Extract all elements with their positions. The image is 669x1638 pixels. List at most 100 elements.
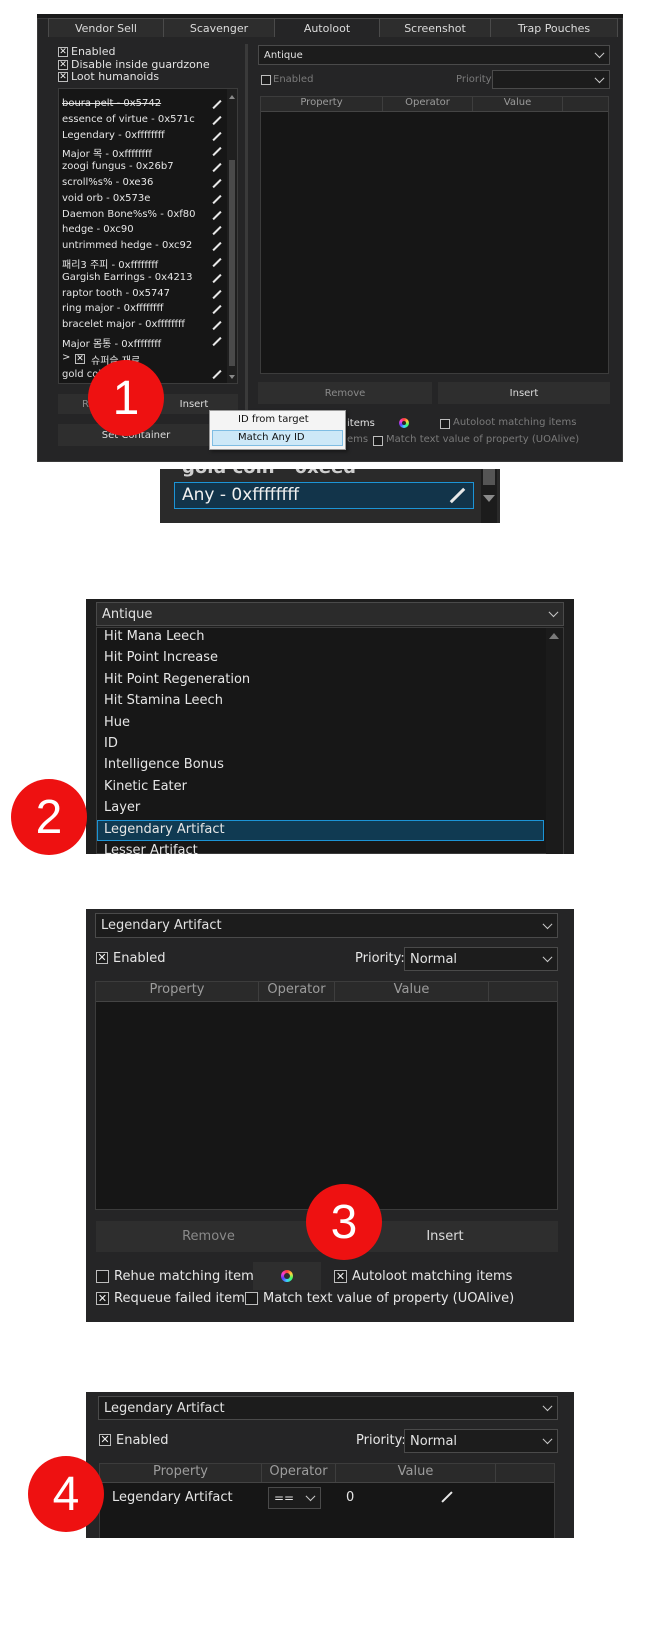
rule-property-table[interactable] [95, 981, 558, 1210]
tab-scavenger[interactable]: Scavenger [163, 18, 275, 37]
tab-screenshot[interactable]: Screenshot [379, 18, 491, 37]
requeue-checkbox[interactable]: ✕ [96, 1292, 109, 1305]
autoloot-matching-label: Autoloot matching items [352, 1269, 513, 1284]
column-operator: Operator [259, 982, 335, 1001]
rule-enabled-checkbox[interactable]: ✕ [96, 952, 108, 964]
rule-enabled-checkbox[interactable]: ✕ [261, 75, 271, 85]
rule-enabled-label: Enabled [273, 74, 314, 85]
chevron-down-icon [548, 607, 559, 618]
match-text-checkbox[interactable]: ✕ [245, 1292, 258, 1305]
rule-enabled-checkbox[interactable]: ✕ [99, 1434, 111, 1446]
table-header: Property Operator Value [96, 982, 557, 1002]
remove-rule-button[interactable]: Remove [96, 1221, 321, 1252]
remove-rule-label: Remove [182, 1229, 235, 1244]
tab-trap-pouches[interactable]: Trap Pouches [490, 18, 618, 37]
color-wheel-icon [281, 1270, 293, 1282]
insert-item-label: Insert [179, 398, 209, 410]
step-number: 2 [35, 790, 63, 844]
dropdown-option[interactable]: Hit Stamina Leech [104, 693, 223, 708]
operator-value: == [274, 1491, 295, 1505]
rule-property-table[interactable] [260, 96, 609, 374]
column-value: Value [335, 982, 489, 1001]
humanoids-checkbox[interactable]: ✕ [58, 72, 68, 82]
enabled-checkbox[interactable]: ✕ [58, 47, 68, 57]
list-item[interactable]: Legendary - 0xffffffff [62, 130, 165, 141]
priority-combo[interactable] [492, 70, 610, 89]
table-header: Property Operator Value [100, 1464, 554, 1483]
dropdown-scrollbar[interactable] [546, 628, 563, 854]
list-item[interactable]: zoogi fungus - 0x26b7 [62, 161, 174, 172]
list-item[interactable]: essence of virtue - 0x571c [62, 114, 195, 125]
group-expand-icon[interactable]: > [62, 352, 70, 363]
list-item[interactable]: untrimmed hedge - 0xc92 [62, 240, 192, 251]
chevron-down-icon [542, 952, 553, 963]
list-item[interactable]: void orb - 0x573e [62, 193, 150, 204]
dropdown-option[interactable]: Lesser Artifact [104, 843, 198, 858]
list-item[interactable]: ring major - 0xffffffff [62, 303, 163, 314]
list-item[interactable]: Gargish Earrings - 0x4213 [62, 272, 193, 283]
list-item[interactable]: 패리3 주피 - 0xffffffff [62, 256, 158, 271]
match-text-label: Match text value of property (UOAlive) [263, 1291, 515, 1306]
group-checkbox[interactable]: ✕ [75, 354, 85, 364]
priority-combo[interactable]: Normal [404, 947, 558, 971]
rule-property-value: Legendary Artifact [101, 918, 222, 933]
insert-rule-label: Insert [509, 387, 539, 399]
operator-combo[interactable]: == [268, 1487, 321, 1509]
list-item[interactable]: boura pelt - 0x5742 [62, 98, 161, 109]
scroll-up-icon[interactable] [229, 95, 235, 99]
list-item[interactable]: raptor tooth - 0x5747 [62, 288, 170, 299]
row-value[interactable]: 0 [346, 1490, 354, 1505]
step-marker-4: 4 [28, 1456, 104, 1532]
dropdown-option[interactable]: Intelligence Bonus [104, 757, 224, 772]
insert-rule-button[interactable]: Insert [438, 382, 610, 404]
chevron-down-icon [594, 72, 605, 83]
property-set-value: Antique [264, 49, 303, 61]
row-property[interactable]: Legendary Artifact [112, 1490, 233, 1505]
panel-splitter[interactable] [245, 44, 248, 410]
rule-property-combo[interactable]: Legendary Artifact [98, 1396, 558, 1420]
autoloot-matching-checkbox[interactable]: ✕ [334, 1270, 347, 1283]
color-wheel-icon[interactable] [399, 418, 409, 428]
scroll-down-icon[interactable] [229, 375, 235, 379]
priority-combo[interactable]: Normal [404, 1429, 558, 1453]
rule-property-combo[interactable]: Legendary Artifact [95, 913, 558, 938]
rehue-checkbox[interactable]: ✕ [96, 1270, 109, 1283]
list-item[interactable]: scroll%s% - 0xe36 [62, 177, 153, 188]
dropdown-option[interactable]: Hit Point Increase [104, 650, 218, 665]
step-number: 3 [330, 1195, 358, 1249]
rehue-partial-label: items [347, 418, 375, 429]
column-property: Property [261, 97, 383, 111]
dropdown-option[interactable]: Hue [104, 715, 130, 730]
dropdown-option[interactable]: Kinetic Eater [104, 779, 187, 794]
guardzone-checkbox[interactable]: ✕ [58, 60, 68, 70]
priority-label: Priority: [456, 74, 495, 85]
menu-item-id-from-target[interactable]: ID from target [238, 414, 309, 425]
scroll-up-icon[interactable] [549, 633, 559, 639]
list-item[interactable]: hedge - 0xc90 [62, 224, 134, 235]
column-property: Property [96, 982, 259, 1001]
step-marker-3: 3 [306, 1184, 382, 1260]
tab-vendor-sell[interactable]: Vendor Sell [48, 18, 164, 37]
dropdown-option[interactable]: Layer [104, 800, 140, 815]
priority-value: Normal [410, 1433, 458, 1449]
rule-enabled-label: Enabled [113, 951, 166, 966]
list-item[interactable]: Daemon Bone%s% - 0xf80 [62, 209, 196, 220]
autoloot-matching-checkbox[interactable]: ✕ [440, 419, 450, 429]
list-item[interactable]: Major 목 - 0xffffffff [62, 145, 152, 160]
dropdown-option[interactable]: Legendary Artifact [104, 822, 225, 837]
dropdown-option[interactable]: Hit Mana Leech [104, 629, 205, 644]
property-dropdown-combo[interactable]: Antique [96, 602, 564, 626]
property-set-combo[interactable]: Antique [258, 45, 610, 65]
remove-rule-button[interactable]: Remove [258, 382, 432, 404]
dropdown-option[interactable]: ID [104, 736, 118, 751]
match-text-checkbox[interactable]: ✕ [373, 436, 383, 446]
table-header: Property Operator Value [261, 97, 608, 112]
list-scrollbar-thumb[interactable] [229, 160, 235, 366]
list-item[interactable]: Major 몸통 - 0xffffffff [62, 335, 161, 350]
dropdown-option[interactable]: Hit Point Regeneration [104, 672, 250, 687]
requeue-label: Requeue failed items [114, 1291, 252, 1306]
column-value: Value [473, 97, 563, 111]
list-item[interactable]: bracelet major - 0xffffffff [62, 319, 185, 330]
tab-autoloot[interactable]: Autoloot [274, 18, 380, 37]
priority-label: Priority: [356, 1433, 406, 1448]
